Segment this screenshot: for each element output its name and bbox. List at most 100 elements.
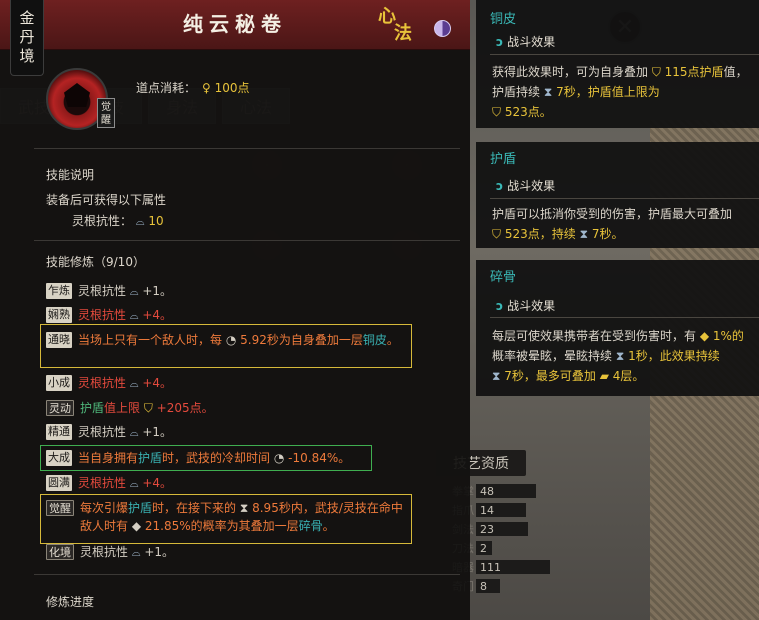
attribute-line: 灵根抗性： ⌓ 10 [72,212,164,229]
row-text: 灵根抗性 ⌓ +4。 [78,474,172,493]
attribute-value: 10 [148,214,164,228]
train-row: 大成 当自身拥有护盾时，武技的冷却时间 ◔ -10.84%。 [46,449,350,467]
cost-label: 道点消耗： [136,81,197,95]
row-text: 当场上只有一个敌人时，每 ◔ 5.92秒为自身叠加一层铜皮。 [78,331,400,349]
row-text: 灵根抗性 ⌓ +1。 [80,543,174,562]
hourglass-icon: ⧗ [492,369,505,383]
effect-type-label: 战斗效果 [507,35,556,49]
divider [490,317,759,318]
clock-icon: ◔ [225,333,241,347]
resist-icon: ⌓ [135,215,145,228]
row-part: 21.85%的概率为其叠加一层 [144,519,299,533]
row-part: 灵根抗性 [78,308,130,322]
effect-card: 护盾 ↄ 战斗效果 护盾可以抵消你受到的伤害，护盾最大可叠加 ⛉ 523点，持续 ⧗… [476,142,759,248]
level-tag: 大成 [46,450,72,466]
train-row: 通晓 当场上只有一个敌人时，每 ◔ 5.92秒为自身叠加一层铜皮。 [46,331,406,349]
row-part: 。 [386,333,399,347]
level-tag: 精通 [46,424,72,440]
row-text: 灵根抗性 ⌓ +1。 [78,282,172,301]
hourglass-icon: ⧗ [615,349,629,363]
realm-char: 境 [19,47,35,65]
effect-name: 铜皮 [490,12,517,27]
resist-icon: ⌓ [131,546,141,559]
row-part: +4。 [142,476,173,490]
aptitude-value: 8 [476,579,500,593]
row-text: 当自身拥有护盾时，武技的冷却时间 ◔ -10.84%。 [78,449,350,467]
train-row: 圆满 灵根抗性 ⌓ +4。 [46,474,172,493]
awaken-char: 觉 [101,102,111,113]
effect-part: 护盾可以抵消你受到的伤害，护盾最大可叠加 [492,207,733,221]
row-part: 5.92秒为自身叠加一层 [240,333,363,347]
train-row: 乍炼 灵根抗性 ⌓ +1。 [46,282,172,301]
row-part: 碎骨 [298,519,323,533]
effect-type: ↄ 战斗效果 [496,33,555,50]
row-part: 铜皮 [362,333,387,347]
train-row: 娴熟 灵根抗性 ⌓ +4。 [46,306,172,325]
dao-point-icon: ♀ [202,81,211,95]
effect-part: 7秒，最多可叠加 [504,369,600,383]
realm-char: 丹 [19,28,35,46]
row-part: 。 [322,519,335,533]
row-part: 值上限 [104,401,144,415]
row-part: +205点。 [156,401,214,415]
row-part: 每次引爆 [80,501,129,515]
desc-title: 技能说明 [46,168,95,182]
level-tag: 小成 [46,375,72,391]
row-part: 灵根抗性 [78,284,130,298]
train-title: 技能修炼（9/10） [46,255,145,269]
effects-panel: 铜皮 ↄ 战斗效果 获得此效果时，可为自身叠加 ⛉ 115点护盾值，护盾持续 ⧗ … [476,0,759,400]
shield-value-icon: ⛉ [492,227,505,241]
train-progress: 修炼进度 [46,595,95,609]
row-text: 灵根抗性 ⌓ +1。 [78,423,172,442]
row-part: 护盾 [128,501,153,515]
level-tag: 圆满 [46,475,72,491]
effect-name: 碎骨 [490,270,517,285]
row-part: +4。 [142,308,173,322]
hourglass-icon: ⧗ [543,85,557,99]
swirl-icon: ↄ [496,299,504,313]
awaken-char: 醒 [101,115,111,126]
cost-value: 100点 [214,81,250,95]
row-part: +1。 [144,545,175,559]
train-row: 化境 灵根抗性 ⌓ +1。 [46,543,174,562]
effect-name: 护盾 [490,152,517,167]
skill-name: 纯云秘卷 [183,12,287,36]
effect-type-label: 战斗效果 [507,299,556,313]
row-text: 每次引爆护盾时，在接下来的 ⧗ 8.95秒内，武技/灵技在命中敌人时有 ◆ 21… [80,499,408,535]
divider [490,54,759,55]
row-part: 护盾 [138,451,163,465]
level-tag: 通晓 [46,332,72,348]
effect-desc: 每层可使效果携带者在受到伤害时，有 ◆ 1%的 概率被晕眩，晕眩持续 ⧗ 1秒，此… [492,326,754,386]
row-part: 当自身拥有 [78,451,139,465]
train-row: 精通 灵根抗性 ⌓ +1。 [46,423,172,442]
row-text: 灵根抗性 ⌓ +4。 [78,306,172,325]
aptitude-value: 2 [476,541,492,555]
attribute-label: 灵根抗性： [72,214,133,228]
resist-icon: ⌓ [129,477,139,490]
swirl-icon: ↄ [496,35,504,49]
row-part: 护盾 [80,401,105,415]
train-row: 灵动 护盾值上限 ⛉ +205点。 [46,399,214,417]
train-row: 觉醒 每次引爆护盾时，在接下来的 ⧗ 8.95秒内，武技/灵技在命中敌人时有 ◆… [46,499,410,535]
shield-value-icon: ⛉ [492,105,505,119]
row-text: 护盾值上限 ⛉ +205点。 [80,399,214,417]
clock-icon: ◔ [273,451,289,465]
effect-desc: 护盾可以抵消你受到的伤害，护盾最大可叠加 ⛉ 523点，持续 ⧗ 7秒。 [492,204,754,244]
row-part: 灵根抗性 [78,425,130,439]
aptitude-value: 14 [476,503,526,517]
row-part: +1。 [142,425,173,439]
divider [490,198,759,199]
row-part: 8.95秒内，武技/灵技在 [252,501,379,515]
hourglass-icon: ⧗ [239,501,253,515]
resist-icon: ⌓ [129,377,139,390]
level-tag: 灵动 [46,400,74,416]
effect-part: 7秒。 [591,227,624,241]
hourglass-icon: ⧗ [579,227,592,241]
stack-icon: ▰ [599,369,613,383]
resist-icon: ⌓ [129,309,139,322]
effect-type: ↄ 战斗效果 [496,297,555,314]
skill-type-char: 法 [394,23,412,44]
level-tag: 化境 [46,544,74,560]
bone-icon: ◆ [699,329,713,343]
skill-glyph-icon [64,83,90,107]
